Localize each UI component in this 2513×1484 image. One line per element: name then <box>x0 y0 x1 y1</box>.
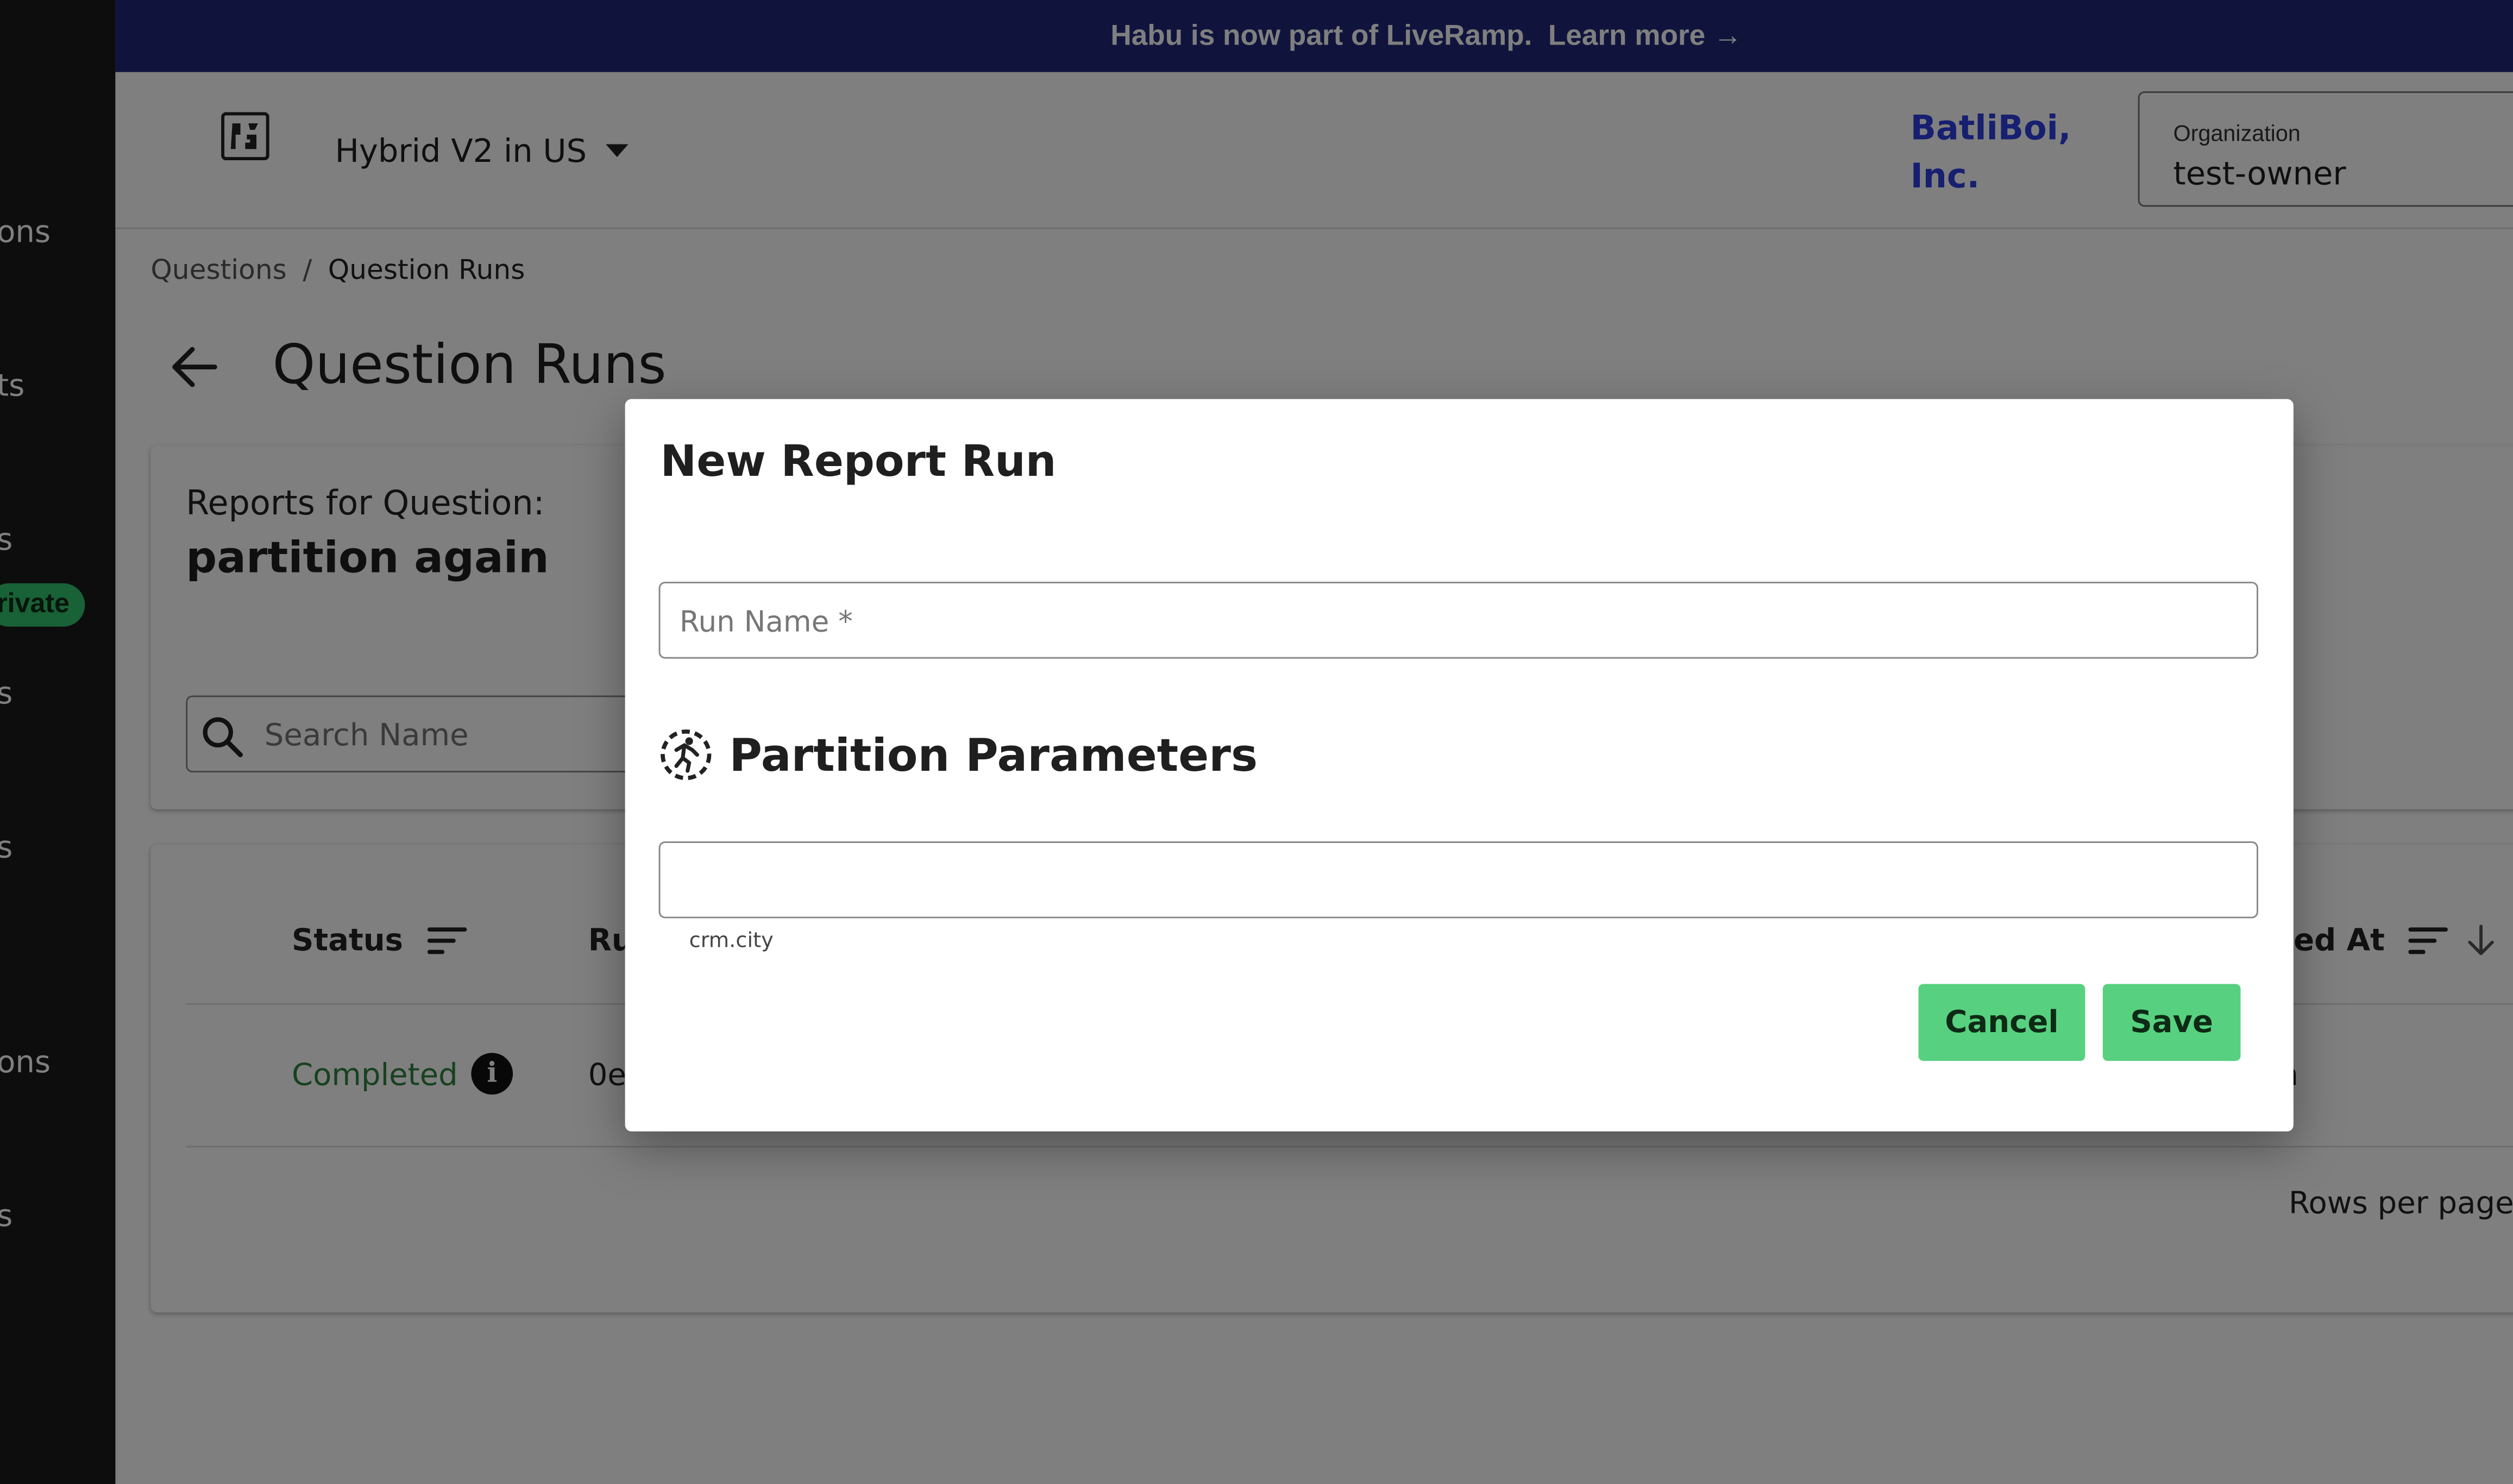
run-name-field[interactable] <box>658 581 2258 659</box>
partition-parameters-icon <box>661 729 712 781</box>
run-name-input[interactable] <box>676 598 2238 646</box>
partition-parameter-field[interactable] <box>658 841 2258 919</box>
new-report-run-dialog: New Report Run Partition Parameters crm.… <box>625 399 2294 1131</box>
partition-parameters-title: Partition Parameters <box>729 729 1258 782</box>
partition-parameter-helper: crm.city <box>689 929 774 954</box>
cancel-button[interactable]: Cancel <box>1918 984 2085 1061</box>
partition-parameter-input[interactable] <box>676 857 2238 906</box>
save-button[interactable]: Save <box>2102 984 2241 1061</box>
app-root: ons ts s rivate s s ons s Habu is now pa… <box>0 0 2513 1484</box>
dialog-title: New Report Run <box>660 437 1057 487</box>
